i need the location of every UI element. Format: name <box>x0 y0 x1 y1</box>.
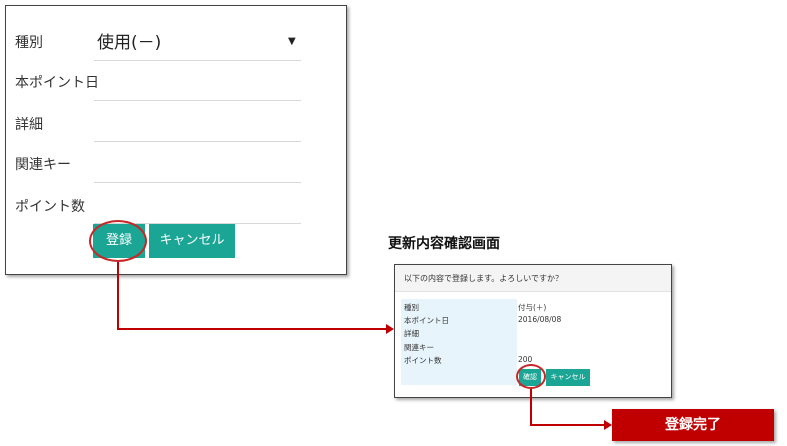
type-underline <box>94 60 301 61</box>
detail-underline <box>94 141 301 142</box>
type-label: 種別 <box>15 35 43 51</box>
key-label: 関連キー <box>15 157 71 173</box>
chevron-down-icon: ▼ <box>288 36 296 47</box>
confirm-row-label: 本ポイント日 <box>404 316 449 325</box>
point-edit-form: 種別 使用(－) ▼ 本ポイント日 詳細 関連キー ポイント数 登録 キャンセル <box>5 5 347 275</box>
confirm-row-value: 2016/08/08 <box>518 315 562 324</box>
confirm-row-label: 詳細 <box>404 329 419 338</box>
cancel-button[interactable]: キャンセル <box>149 224 235 258</box>
date-input[interactable] <box>94 68 301 100</box>
connector-line-horizontal <box>530 424 605 426</box>
confirm-row-label: 関連キー <box>404 343 434 352</box>
arrow-right-icon <box>386 324 394 334</box>
detail-label: 詳細 <box>15 117 43 133</box>
confirm-cancel-button[interactable]: キャンセル <box>546 369 590 386</box>
register-highlight-circle <box>89 220 147 262</box>
registration-complete-badge: 登録完了 <box>612 409 774 441</box>
connector-line-vertical <box>530 389 532 426</box>
confirm-row-label: 種別 <box>404 303 419 312</box>
connector-line-horizontal <box>117 328 387 330</box>
type-select-value: 使用(－) <box>97 33 162 53</box>
date-underline <box>94 100 301 101</box>
key-input[interactable] <box>94 150 301 181</box>
arrow-right-icon <box>604 420 612 430</box>
connector-line-vertical <box>117 262 119 330</box>
confirm-screen-title: 更新内容確認画面 <box>388 236 500 252</box>
confirm-message: 以下の内容で登録します。よろしいですか？ <box>404 274 563 283</box>
detail-input[interactable] <box>94 110 301 140</box>
confirm-highlight-circle <box>516 364 546 389</box>
confirm-row-label: ポイント数 <box>404 356 442 365</box>
points-input[interactable] <box>94 192 301 222</box>
points-label: ポイント数 <box>15 199 85 215</box>
confirm-row-value: 付与(＋) <box>518 303 547 312</box>
type-select[interactable]: 使用(－) ▼ <box>94 24 301 60</box>
date-label: 本ポイント日 <box>15 75 99 91</box>
key-underline <box>94 182 301 183</box>
confirm-row-value: 200 <box>518 355 533 364</box>
confirm-dialog-header: 以下の内容で登録します。よろしいですか？ <box>395 265 671 292</box>
